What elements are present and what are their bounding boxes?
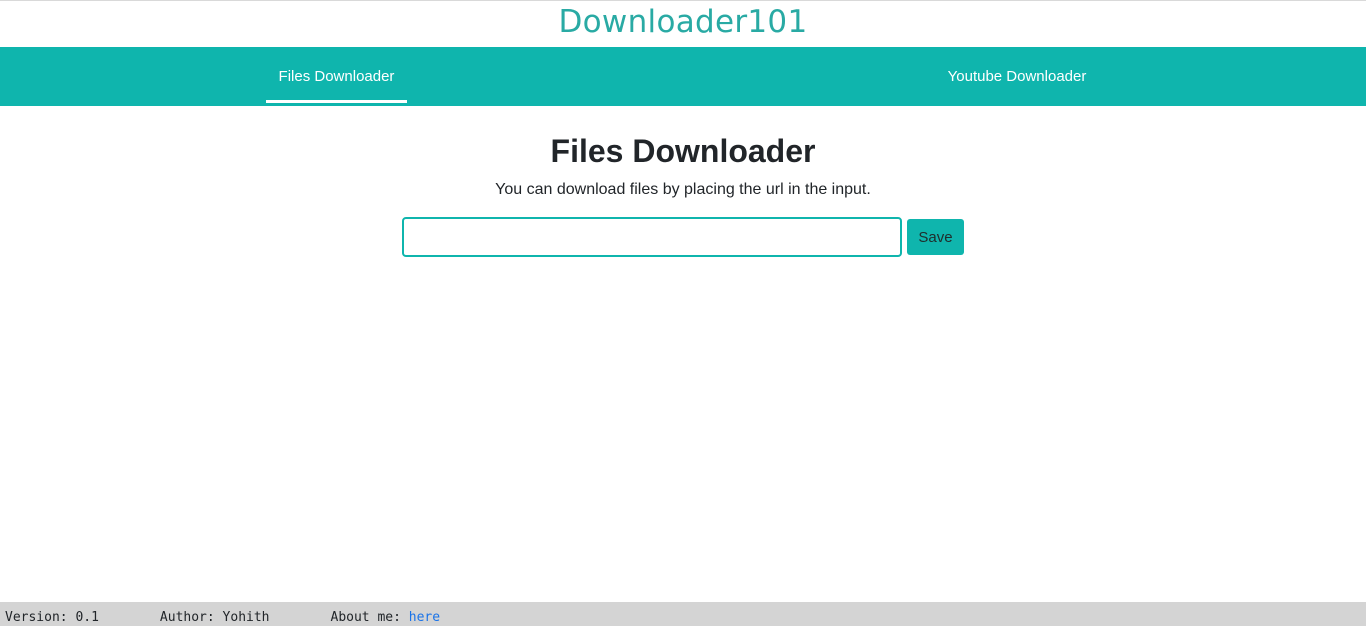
about-me: About me: here (331, 610, 441, 625)
footer: Version: 0.1 Author: Yohith About me: he… (0, 602, 1366, 626)
save-button[interactable]: Save (907, 219, 964, 255)
page-title: Files Downloader (550, 133, 816, 169)
page: Downloader101 Files Downloader Youtube D… (0, 0, 1366, 626)
main-content: Files Downloader You can download files … (0, 106, 1366, 199)
tab-label: Youtube Downloader (947, 68, 1087, 85)
download-form: Save (402, 217, 964, 257)
url-input[interactable] (402, 217, 902, 257)
about-label: About me: (330, 609, 409, 625)
tab-youtube-downloader[interactable]: Youtube Downloader (935, 47, 1099, 106)
nav-bar: Files Downloader Youtube Downloader (0, 47, 1366, 106)
page-description: You can download files by placing the ur… (495, 181, 871, 198)
brand-title: Downloader101 (558, 4, 808, 40)
about-me-link[interactable]: here (409, 610, 440, 625)
tab-files-downloader[interactable]: Files Downloader (266, 47, 407, 106)
author-label: Author: Yohith (159, 609, 270, 625)
version-label: Version: 0.1 (5, 609, 99, 625)
tab-label: Files Downloader (278, 68, 395, 85)
brand-bar: Downloader101 (0, 1, 1366, 47)
